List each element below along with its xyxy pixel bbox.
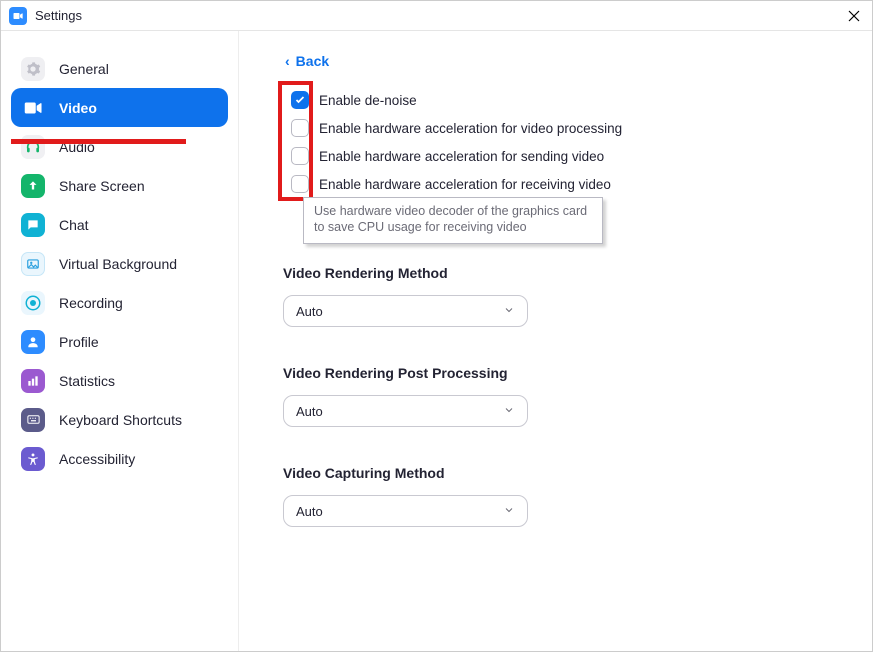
back-link[interactable]: ‹ Back <box>285 53 329 69</box>
section-post-processing: Video Rendering Post Processing Auto <box>283 365 844 427</box>
select-rendering-method[interactable]: Auto <box>283 295 528 327</box>
sidebar-item-recording[interactable]: Recording <box>11 283 228 322</box>
sidebar-item-label: Keyboard Shortcuts <box>59 412 182 428</box>
sidebar-item-label: Accessibility <box>59 451 135 467</box>
check-row-hw-sending: Enable hardware acceleration for sending… <box>291 147 844 165</box>
check-label: Enable hardware acceleration for receivi… <box>319 177 611 192</box>
sidebar-item-label: Recording <box>59 295 123 311</box>
sidebar-item-label: Share Screen <box>59 178 145 194</box>
section-title: Video Capturing Method <box>283 465 844 481</box>
sidebar-item-accessibility[interactable]: Accessibility <box>11 439 228 478</box>
sidebar: General Video Audio Share Screen <box>1 31 239 651</box>
video-icon <box>21 96 45 120</box>
main-panel: ‹ Back Enable de-noise Enable hardware a… <box>239 31 872 651</box>
window-title: Settings <box>35 8 82 23</box>
checkbox-denoise[interactable] <box>291 91 309 109</box>
chevron-down-icon <box>503 504 515 519</box>
profile-icon <box>21 330 45 354</box>
sidebar-item-share-screen[interactable]: Share Screen <box>11 166 228 205</box>
sidebar-item-general[interactable]: General <box>11 49 228 88</box>
sidebar-item-video[interactable]: Video <box>11 88 228 127</box>
check-label: Enable de-noise <box>319 93 417 108</box>
select-value: Auto <box>296 304 323 319</box>
section-title: Video Rendering Post Processing <box>283 365 844 381</box>
sidebar-item-label: Virtual Background <box>59 256 177 272</box>
sidebar-item-statistics[interactable]: Statistics <box>11 361 228 400</box>
back-label: Back <box>296 53 329 69</box>
checkbox-hw-receiving[interactable] <box>291 175 309 193</box>
chevron-left-icon: ‹ <box>285 53 290 69</box>
checkbox-group: Enable de-noise Enable hardware accelera… <box>283 91 844 193</box>
check-row-denoise: Enable de-noise <box>291 91 844 109</box>
check-row-hw-receiving: Enable hardware acceleration for receivi… <box>291 175 844 193</box>
share-screen-icon <box>21 174 45 198</box>
sidebar-item-label: General <box>59 61 109 77</box>
gear-icon <box>21 57 45 81</box>
section-title: Video Rendering Method <box>283 265 844 281</box>
check-row-hw-processing: Enable hardware acceleration for video p… <box>291 119 844 137</box>
section-rendering-method: Video Rendering Method Auto <box>283 265 844 327</box>
select-post-processing[interactable]: Auto <box>283 395 528 427</box>
titlebar: Settings <box>1 1 872 31</box>
check-label: Enable hardware acceleration for video p… <box>319 121 622 136</box>
checkbox-hw-processing[interactable] <box>291 119 309 137</box>
virtual-background-icon <box>21 252 45 276</box>
tooltip: Use hardware video decoder of the graphi… <box>303 197 603 244</box>
accessibility-icon <box>21 447 45 471</box>
select-value: Auto <box>296 404 323 419</box>
sidebar-item-label: Video <box>59 100 97 116</box>
app-icon <box>9 7 27 25</box>
sidebar-item-profile[interactable]: Profile <box>11 322 228 361</box>
statistics-icon <box>21 369 45 393</box>
annotation-underline <box>11 139 186 144</box>
check-label: Enable hardware acceleration for sending… <box>319 149 604 164</box>
chat-icon <box>21 213 45 237</box>
close-button[interactable] <box>844 6 864 26</box>
sidebar-item-virtual-background[interactable]: Virtual Background <box>11 244 228 283</box>
keyboard-icon <box>21 408 45 432</box>
checkbox-hw-sending[interactable] <box>291 147 309 165</box>
sidebar-item-label: Statistics <box>59 373 115 389</box>
sidebar-item-chat[interactable]: Chat <box>11 205 228 244</box>
sidebar-item-label: Chat <box>59 217 89 233</box>
sidebar-item-audio[interactable]: Audio <box>11 127 228 166</box>
select-value: Auto <box>296 504 323 519</box>
section-capturing-method: Video Capturing Method Auto <box>283 465 844 527</box>
sidebar-item-label: Profile <box>59 334 99 350</box>
sidebar-item-keyboard-shortcuts[interactable]: Keyboard Shortcuts <box>11 400 228 439</box>
select-capturing-method[interactable]: Auto <box>283 495 528 527</box>
chevron-down-icon <box>503 404 515 419</box>
chevron-down-icon <box>503 304 515 319</box>
recording-icon <box>21 291 45 315</box>
